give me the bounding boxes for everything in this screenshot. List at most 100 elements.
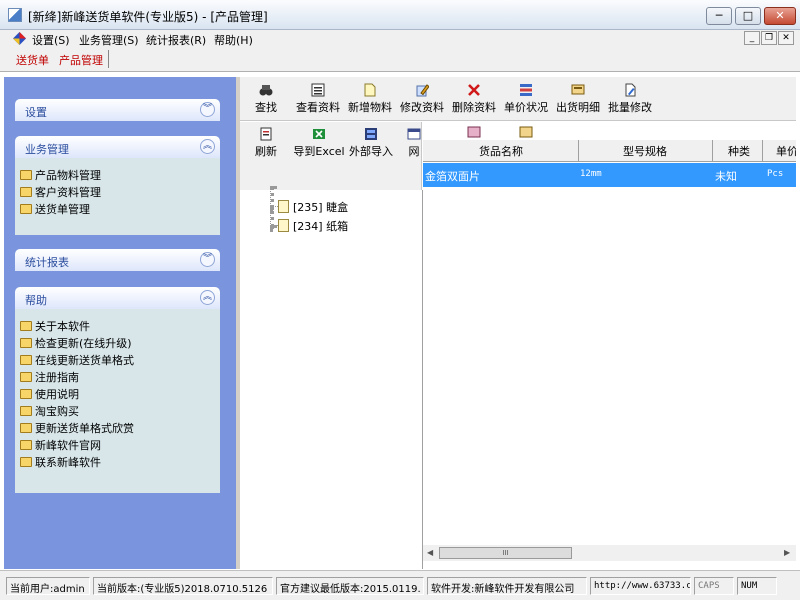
tab-divider [108,50,109,68]
sidebar-group-title: 设置 [25,106,47,119]
chevron-down-icon[interactable]: ︾ [200,252,215,267]
folder-icon [20,389,32,399]
delete-record-button[interactable]: 删除资料 [446,81,502,119]
minimize-button[interactable]: ─ [706,7,732,25]
folder-icon [20,187,32,197]
price-status-button[interactable]: 单价状况 [498,81,554,119]
mdi-restore-button[interactable]: ❐ [761,31,777,45]
tab-delivery-note[interactable]: 送货单 [16,52,49,68]
sidebar-group-body-help: 关于本软件 检查更新(在线升级) 在线更新送货单格式 注册指南 使用说明 淘宝购… [15,309,220,493]
app-icon [8,8,22,22]
scroll-right-icon[interactable]: ▶ [784,548,790,557]
sidebar-item-register[interactable]: 注册指南 [20,369,79,385]
product-grid: 货品名称 型号规格 种类 单价 金箔双面片 12mm 未知 Pcs [423,140,796,569]
cell-unit: Pcs [767,169,784,179]
tree-node[interactable]: [235] 睫盒 [278,199,348,215]
chevron-up-icon[interactable]: ︽ [200,290,215,305]
mdi-close-button[interactable]: ✕ [778,31,794,45]
batch-edit-icon [625,83,636,97]
table-row[interactable]: 金箔双面片 12mm 未知 Pcs [423,163,796,187]
menu-help[interactable]: 帮助(H) [214,32,253,48]
menu-bar: 设置(S) 业务管理(S) 统计报表(R) 帮助(H) [0,30,800,47]
refresh-button[interactable]: 刷新 [238,125,294,163]
folder-icon [20,457,32,467]
sidebar-group-settings[interactable]: 设置 ︾ [15,99,220,121]
sidebar-item-check-update[interactable]: 检查更新(在线升级) [20,335,132,351]
maximize-button[interactable]: □ [735,7,761,25]
column-divider[interactable] [762,140,763,162]
sidebar-item-delivery-notes[interactable]: 送货单管理 [20,201,90,217]
sidebar-item-about[interactable]: 关于本软件 [20,318,90,334]
column-header-name[interactable]: 货品名称 [479,143,523,159]
sidebar-item-website[interactable]: 新峰软件官网 [20,437,101,453]
column-header-unit[interactable]: 单价 [776,143,796,159]
edit-pencil-icon [416,84,429,97]
column-header-kind[interactable]: 种类 [728,143,750,159]
sidebar-group-body-business: 产品物料管理 客户资料管理 送货单管理 [15,158,220,235]
chevron-down-icon[interactable]: ︾ [200,102,215,117]
status-caps: CAPS [694,577,734,595]
mdi-minimize-button[interactable]: _ [744,31,760,45]
sidebar-item-product-materials[interactable]: 产品物料管理 [20,167,101,183]
folder-icon [20,355,32,365]
sidebar-group-reports[interactable]: 统计报表 ︾ [15,249,220,271]
web-icon [407,128,421,140]
folder-icon [20,440,32,450]
category-tree: [235] 睫盒 [234] 纸箱 [240,186,423,569]
title-bar: [新绛]新峰送货单软件(专业版5) - [产品管理] ─ □ ✕ [0,0,800,30]
app-logo-icon [13,32,26,45]
sidebar-item-taobao[interactable]: 淘宝购买 [20,403,79,419]
column-header-spec[interactable]: 型号规格 [623,143,667,159]
shipment-details-button[interactable]: 出货明细 [550,81,606,119]
secondary-toolbar: 刷新 导到Excel 外部导入 网 [240,122,422,190]
sidebar-group-help[interactable]: 帮助 ︽ [15,287,220,309]
view-details-icon [311,83,325,97]
price-list-icon [520,84,532,96]
close-button[interactable]: ✕ [764,7,796,25]
menu-reports[interactable]: 统计报表(R) [146,32,206,48]
sidebar-group-title: 业务管理 [25,143,69,156]
sidebar-item-customers[interactable]: 客户资料管理 [20,184,101,200]
cell-kind: 未知 [715,170,737,183]
status-version: 当前版本:(专业版5)2018.0710.5126 [93,577,273,595]
batch-edit-button[interactable]: 批量修改 [602,81,658,119]
find-button[interactable]: 查找 [238,81,294,119]
cell-name: 金箔双面片 [425,170,480,183]
menu-business[interactable]: 业务管理(S) [79,32,139,48]
refresh-icon [260,127,272,141]
sidebar-item-manual[interactable]: 使用说明 [20,386,79,402]
sidebar-group-business[interactable]: 业务管理 ︽ [15,136,220,158]
import-icon [365,128,377,140]
print-icon[interactable] [519,126,533,138]
sidebar-group-title: 统计报表 [25,256,69,269]
delete-x-icon [468,84,480,96]
document-icon [278,200,289,213]
column-divider[interactable] [712,140,713,162]
edit-record-button[interactable]: 修改资料 [394,81,450,119]
main-toolbar: 查找 查看资料 新增物料 修改资料 删除资料 单价状况 出货明细 批量修改 [240,77,796,121]
external-import-button[interactable]: 外部导入 [342,125,400,163]
folder-icon [20,406,32,416]
status-developer: 软件开发:新峰软件开发有限公司 [427,577,587,595]
chevron-up-icon[interactable]: ︽ [200,139,215,154]
menu-settings[interactable]: 设置(S) [32,32,70,48]
status-user: 当前用户:admin [6,577,90,595]
report-icon[interactable] [467,126,481,138]
new-material-button[interactable]: 新增物料 [342,81,398,119]
folder-icon [20,338,32,348]
folder-icon [20,372,32,382]
tab-product-management[interactable]: 产品管理 [59,52,103,68]
scrollbar-thumb[interactable]: III [439,547,572,559]
folder-icon [20,423,32,433]
tree-node[interactable]: [234] 纸箱 [278,218,348,234]
cell-spec: 12mm [580,169,602,179]
folder-icon [20,204,32,214]
view-record-button[interactable]: 查看资料 [290,81,346,119]
sidebar-item-format-gallery[interactable]: 更新送货单格式欣赏 [20,420,134,436]
sidebar-item-contact[interactable]: 联系新峰软件 [20,454,101,470]
column-divider[interactable] [578,140,579,162]
sidebar-item-update-format[interactable]: 在线更新送货单格式 [20,352,134,368]
horizontal-scrollbar[interactable]: ◀ III ▶ [423,545,796,561]
export-excel-button[interactable]: 导到Excel [288,125,350,163]
scroll-left-icon[interactable]: ◀ [427,548,433,557]
